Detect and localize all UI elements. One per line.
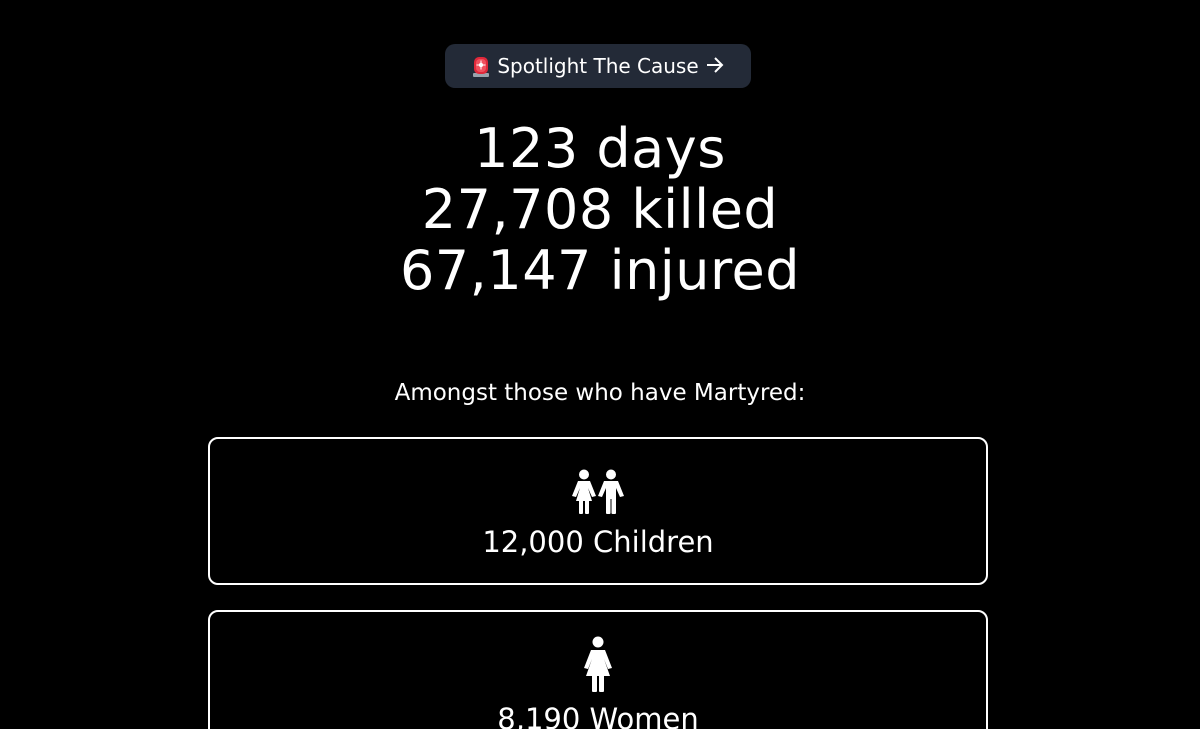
page: Spotlight The Cause 123 days 27,708 kill…	[0, 0, 1200, 729]
arrow-right-icon	[705, 56, 725, 77]
spotlight-label: Spotlight The Cause	[497, 54, 699, 78]
headline-stats: 123 days 27,708 killed 67,147 injured	[0, 118, 1200, 301]
spotlight-the-cause-button[interactable]: Spotlight The Cause	[445, 44, 751, 88]
days-count: 123 days	[474, 117, 726, 180]
siren-icon	[471, 54, 491, 78]
martyred-subheading: Amongst those who have Martyred:	[394, 380, 806, 406]
women-card: 8,190 Women	[208, 610, 988, 729]
children-count: 12,000 Children	[482, 525, 714, 559]
woman-icon	[582, 636, 614, 696]
injured-count: 67,147 injured	[399, 239, 801, 302]
killed-count: 27,708 killed	[421, 178, 779, 241]
children-card: 12,000 Children	[208, 437, 988, 585]
women-count: 8,190 Women	[497, 702, 699, 729]
children-icon	[570, 469, 626, 519]
